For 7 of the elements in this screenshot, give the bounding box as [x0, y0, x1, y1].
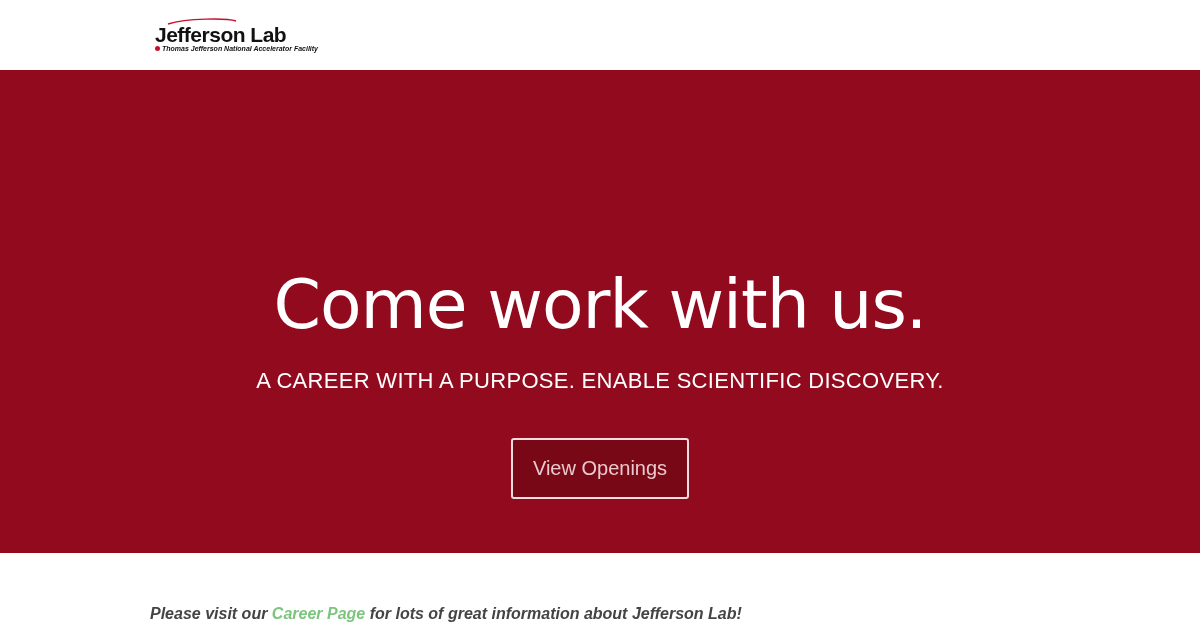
- swoosh-icon: [167, 18, 237, 25]
- logo-dot-icon: [155, 46, 160, 51]
- hero-title: Come work with us.: [273, 264, 927, 346]
- logo-name: Jefferson Lab: [155, 25, 288, 45]
- hero-subtitle: A CAREER WITH A PURPOSE. ENABLE SCIENTIFIC DISCOVERY.: [256, 368, 944, 394]
- intro-text: Please visit our Career Page for lots of great information about Jefferson Lab!: [150, 605, 743, 623]
- view-openings-button[interactable]: View Openings: [510, 438, 690, 499]
